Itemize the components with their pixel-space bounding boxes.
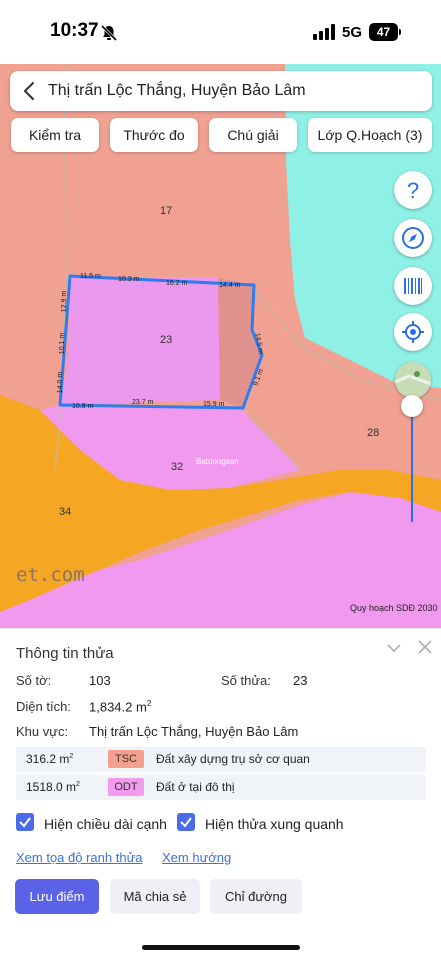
land-use-description: Đất xây dựng trụ sở cơ quan xyxy=(156,752,310,766)
battery-icon: 47 xyxy=(369,23,398,41)
back-arrow-icon[interactable] xyxy=(20,81,40,101)
dimension-label: 15.9 m xyxy=(203,401,225,408)
barcode-icon xyxy=(404,278,422,294)
home-indicator xyxy=(142,945,300,950)
view-boundary-coords-link[interactable]: Xem tọa độ ranh thửa xyxy=(16,850,143,865)
close-icon[interactable] xyxy=(418,640,432,654)
directions-button[interactable]: Chỉ đường xyxy=(210,879,302,914)
view-direction-link[interactable]: Xem hướng xyxy=(162,850,231,865)
area-unit-sup: 2 xyxy=(146,699,152,708)
barcode-button[interactable] xyxy=(394,267,432,305)
parcel-label-32[interactable]: 32 xyxy=(171,461,183,473)
dimension-label: 23.7 m xyxy=(132,399,154,406)
land-use-row: 1518.0 m2 ODT Đất ở tại đô thị xyxy=(16,775,426,800)
sheet-label: Số tờ: xyxy=(16,673,52,688)
map-thumbnail-icon xyxy=(395,362,431,398)
dimension-label: 11.5 m xyxy=(80,273,101,280)
parcel-number-value: 23 xyxy=(293,673,308,688)
land-use-area: 1518.0 m2 xyxy=(26,780,80,794)
parcel-info-panel: Thông tin thửa Số tờ: 103 Số thửa: 23 Di… xyxy=(0,628,441,959)
save-point-button[interactable]: Lưu điểm xyxy=(15,879,99,914)
land-use-description: Đất ở tại đô thị xyxy=(156,780,235,794)
land-use-area-value: 316.2 m xyxy=(26,752,70,766)
chevron-down-icon[interactable] xyxy=(386,640,402,656)
area-label: Diện tích: xyxy=(16,699,71,714)
dimension-label: 16.2 m xyxy=(166,280,188,287)
region-label: Khu vực: xyxy=(16,724,69,739)
land-use-row: 316.2 m2 TSC Đất xây dựng trụ sở cơ quan xyxy=(16,747,426,772)
svg-text:?: ? xyxy=(407,178,419,202)
dimension-label: 14.0 m xyxy=(57,371,65,394)
dimension-label: 12.9 m xyxy=(61,290,69,313)
land-use-area-sup: 2 xyxy=(69,753,74,760)
map-credit: Quy hoạch SDĐ 2030 xyxy=(350,603,438,613)
locate-button[interactable] xyxy=(394,313,432,351)
tab-measure[interactable]: Thước đo xyxy=(110,118,198,152)
help-icon: ? xyxy=(407,178,419,202)
search-bar[interactable]: Thị trấn Lộc Thắng, Huyện Bảo Lâm xyxy=(10,71,432,111)
base-layer-thumbnail[interactable] xyxy=(395,362,431,398)
tab-legend[interactable]: Chú giải xyxy=(209,118,297,152)
opacity-slider-handle[interactable] xyxy=(401,395,423,417)
show-neighbor-parcels-checkbox[interactable] xyxy=(177,813,195,831)
land-use-code-badge: ODT xyxy=(108,778,144,796)
land-use-area-value: 1518.0 m xyxy=(26,780,77,794)
checkmark-icon xyxy=(180,817,192,828)
battery-cap xyxy=(399,29,401,35)
parcel-label-17[interactable]: 17 xyxy=(160,205,172,217)
site-watermark: Batdongsan xyxy=(196,457,239,466)
location-title[interactable]: Thị trấn Lộc Thắng, Huyện Bảo Lâm xyxy=(48,82,306,100)
parcel-label-34[interactable]: 34 xyxy=(59,506,71,518)
bell-muted-icon xyxy=(100,24,118,42)
parcel-label-28[interactable]: 28 xyxy=(367,427,379,439)
checkmark-icon xyxy=(19,817,31,828)
sheet-value: 103 xyxy=(89,673,111,688)
help-button[interactable]: ? xyxy=(394,171,432,209)
locate-icon xyxy=(402,321,424,343)
map-watermark: et.com xyxy=(16,564,85,586)
show-neighbor-parcels-label[interactable]: Hiện thửa xung quanh xyxy=(205,816,344,832)
show-edge-lengths-label[interactable]: Hiện chiều dài cạnh xyxy=(44,816,167,832)
compass-icon xyxy=(402,227,424,249)
tab-planning-layers[interactable]: Lớp Q.Hoạch (3) xyxy=(308,118,432,152)
opacity-slider-track[interactable] xyxy=(411,410,413,522)
network-label: 5G xyxy=(342,24,363,41)
region-value: Thị trấn Lộc Thắng, Huyện Bảo Lâm xyxy=(89,724,299,739)
area-value-wrap: 1,834.2 m2 xyxy=(89,699,151,714)
status-time: 10:37 xyxy=(50,20,99,41)
status-bar: 10:37 5G 47 xyxy=(0,0,441,64)
parcel-label-23[interactable]: 23 xyxy=(160,334,172,346)
signal-icon xyxy=(313,24,335,40)
dimension-label: 14.4 m xyxy=(219,282,241,289)
tab-check[interactable]: Kiểm tra xyxy=(11,118,99,152)
panel-title: Thông tin thửa xyxy=(16,645,114,662)
dimension-label: 10.8 m xyxy=(72,403,94,410)
dimension-label: 10.1 m xyxy=(59,332,67,355)
share-code-button[interactable]: Mã chia sẻ xyxy=(110,879,200,914)
area-value: 1,834.2 m xyxy=(89,699,147,715)
show-edge-lengths-checkbox[interactable] xyxy=(16,813,34,831)
land-use-area: 316.2 m2 xyxy=(26,752,73,766)
land-use-area-sup: 2 xyxy=(76,781,80,788)
compass-button[interactable] xyxy=(394,219,432,257)
parcel-number-label: Số thửa: xyxy=(221,673,271,688)
land-use-code-badge: TSC xyxy=(108,750,144,768)
dimension-label: 10.3 m xyxy=(118,276,140,283)
